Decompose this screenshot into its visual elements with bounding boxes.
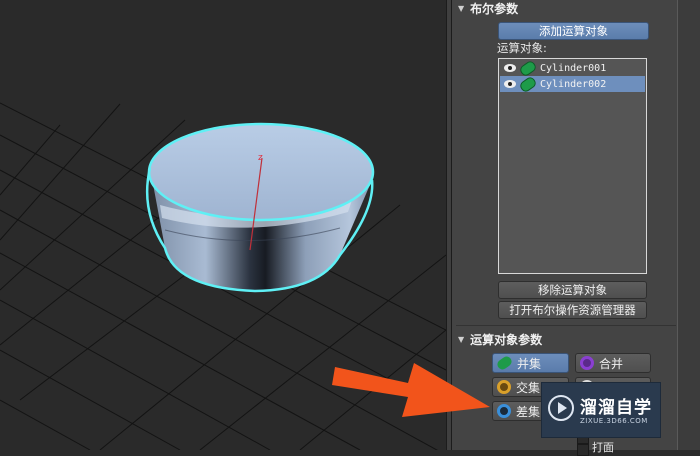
collapse-triangle-icon: ▼ [458, 334, 465, 344]
merge-icon [580, 356, 594, 370]
rollout-divider [456, 325, 676, 326]
checkbox[interactable] [577, 444, 589, 456]
remove-operand-button[interactable]: 移除运算对象 [498, 281, 647, 299]
rollout-boolean-params[interactable]: ▼ 布尔参数 [458, 0, 518, 16]
intersection-icon [497, 380, 511, 394]
union-button[interactable]: 并集 [492, 353, 569, 373]
subtraction-label: 差集 [516, 404, 541, 419]
panel-scrollbar[interactable] [678, 0, 700, 450]
orange-arrow-annotation [332, 363, 490, 417]
operand-icon [518, 58, 538, 78]
intersection-label: 交集 [516, 380, 541, 395]
partial-label: 打面 [592, 441, 614, 454]
union-icon [495, 354, 514, 372]
cylinder-object: z [145, 122, 375, 293]
collapse-triangle-icon: ▼ [458, 3, 465, 13]
eye-icon[interactable] [502, 78, 518, 90]
list-item[interactable]: Cylinder001 [500, 58, 645, 78]
play-logo-icon [548, 395, 574, 421]
watermark-logo: 溜溜自学 ZIXUE.3D66.COM [541, 382, 661, 438]
watermark-title: 溜溜自学 [580, 398, 652, 418]
operand-name: Cylinder002 [540, 78, 607, 90]
union-label: 并集 [517, 356, 542, 371]
rollout-title: 布尔参数 [470, 1, 519, 16]
operand-icon [518, 74, 538, 94]
subtraction-icon [497, 404, 511, 418]
merge-button[interactable]: 合并 [575, 353, 651, 373]
watermark-url: ZIXUE.3D66.COM [580, 417, 648, 425]
operand-list[interactable]: Cylinder001 Cylinder002 [498, 58, 647, 274]
operands-label: 运算对象: [497, 41, 547, 55]
operand-name: Cylinder001 [540, 62, 607, 74]
list-item[interactable]: Cylinder002 [500, 74, 645, 94]
eye-icon[interactable] [502, 62, 518, 74]
z-axis-label: z [258, 153, 263, 163]
merge-label: 合并 [599, 356, 624, 371]
open-boolean-explorer-button[interactable]: 打开布尔操作资源管理器 [498, 301, 647, 319]
add-operand-button[interactable]: 添加运算对象 [498, 22, 649, 40]
